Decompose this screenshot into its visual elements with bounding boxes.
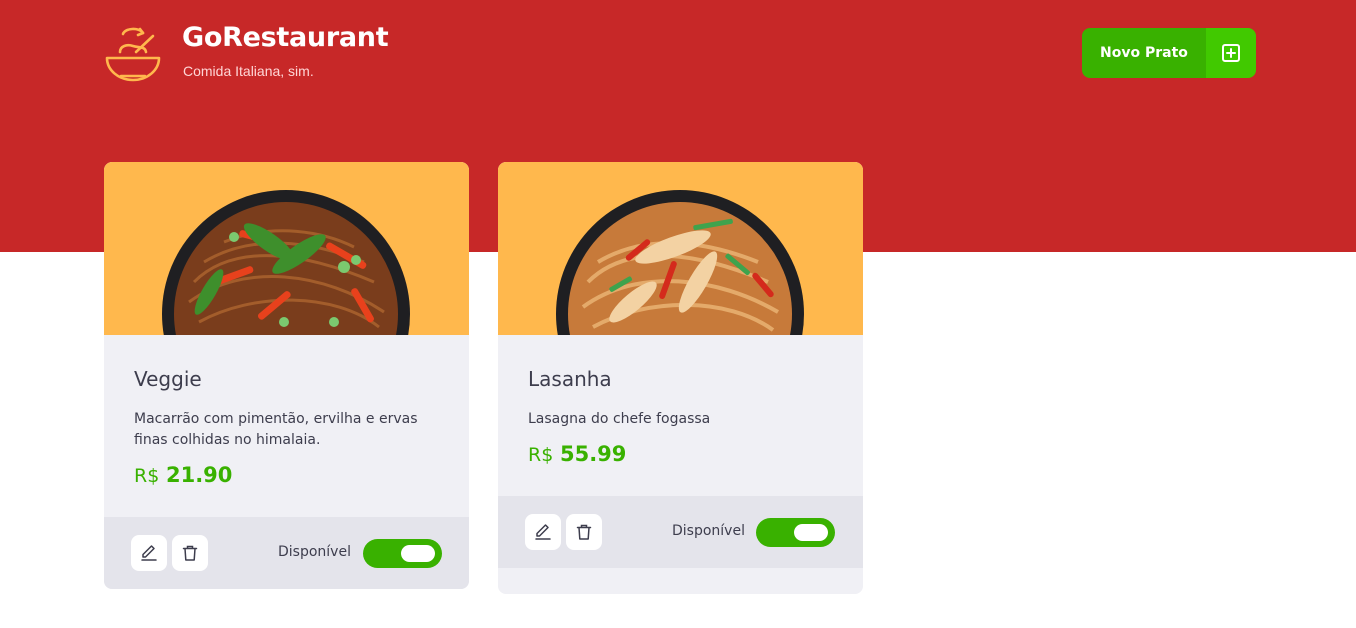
brand-title: GoRestaurant [182, 22, 389, 53]
trash-icon [576, 524, 592, 540]
new-dish-label: Novo Prato [1082, 28, 1206, 78]
dish-description: Macarrão com pimentão, ervilha e ervas f… [134, 411, 418, 448]
delete-button[interactable] [172, 535, 208, 571]
dish-description: Lasagna do chefe fogassa [528, 411, 711, 427]
availability-toggle[interactable] [363, 539, 442, 568]
new-dish-button[interactable]: Novo Prato [1082, 28, 1256, 78]
dish-card-footer: Disponível [498, 496, 863, 568]
toggle-knob [794, 524, 828, 541]
edit-pencil-icon [141, 545, 157, 561]
dish-name: Lasanha [528, 367, 612, 391]
plus-square-icon [1222, 44, 1240, 62]
edit-button[interactable] [525, 514, 561, 550]
dish-card: Veggie Macarrão com pimentão, ervilha e … [104, 162, 469, 589]
brand-subtitle: Comida Italiana, sim. [183, 63, 314, 79]
dish-price: R$ 55.99 [528, 442, 833, 496]
price-currency: R$ [134, 465, 160, 487]
dish-card: Lasanha Lasagna do chefe fogassa R$ 55.9… [498, 162, 863, 594]
edit-pencil-icon [535, 524, 551, 540]
dish-photo-veggie [162, 190, 410, 335]
price-currency: R$ [528, 444, 554, 466]
dish-photo-lasanha [556, 190, 804, 335]
dish-image [498, 162, 863, 335]
dish-price: R$ 21.90 [134, 463, 439, 517]
delete-button[interactable] [566, 514, 602, 550]
availability-label: Disponível [278, 544, 351, 560]
dish-name: Veggie [134, 367, 202, 391]
availability-toggle[interactable] [756, 518, 835, 547]
availability-label: Disponível [672, 523, 745, 539]
price-value: 55.99 [559, 442, 627, 466]
soup-bowl-icon [105, 27, 161, 82]
new-dish-icon-box [1206, 28, 1256, 78]
dish-image [104, 162, 469, 335]
trash-icon [182, 545, 198, 561]
edit-button[interactable] [131, 535, 167, 571]
dish-card-footer: Disponível [104, 517, 469, 589]
toggle-knob [401, 545, 435, 562]
price-value: 21.90 [165, 463, 233, 487]
